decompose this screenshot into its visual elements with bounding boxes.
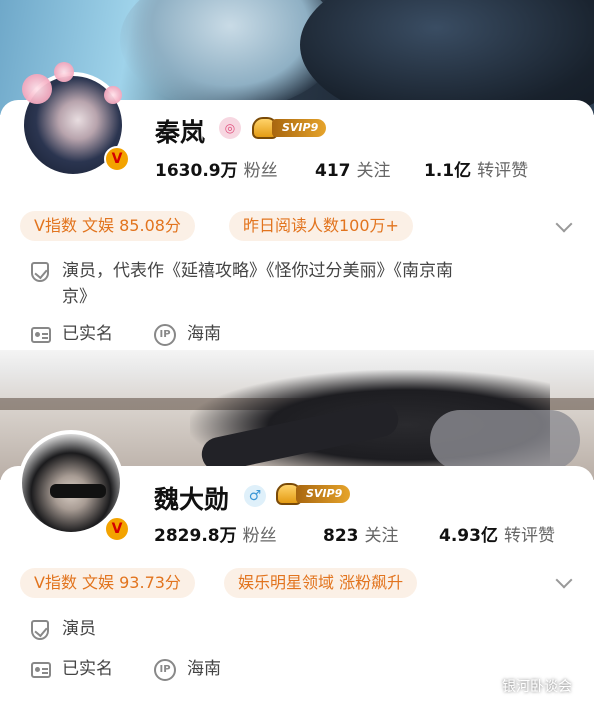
ip-icon: IP xyxy=(154,324,176,346)
profile-name: 秦岚 xyxy=(155,118,206,147)
highlight-pill[interactable]: 昨日阅读人数100万+ xyxy=(229,211,413,241)
engagement-count: 1.1亿 xyxy=(424,161,472,181)
engagement-label: 转评赞 xyxy=(503,526,555,546)
following-stat[interactable]: 417 关注 xyxy=(315,156,391,181)
bio-text-line1: 演员，代表作《延禧攻略》《怪你过分美丽》《南京南 xyxy=(62,261,453,281)
highlight-pill[interactable]: 娱乐明星领域 涨粉飙升 xyxy=(224,568,418,598)
verified-text: 已实名 xyxy=(62,659,113,679)
svip-level: SVIP9 xyxy=(272,119,327,137)
fan-badge-icon[interactable]: ◎ xyxy=(219,117,241,139)
watermark-text: 银河卧谈会 xyxy=(502,679,572,695)
engagement-stat[interactable]: 1.1亿 转评赞 xyxy=(424,156,528,181)
svip-badge[interactable]: SVIP9 xyxy=(276,483,351,505)
verified-badge-icon: V xyxy=(104,516,130,542)
male-gender-icon: ♂ xyxy=(244,485,266,507)
id-card-icon xyxy=(31,327,51,343)
flower-decoration-icon xyxy=(22,74,52,104)
engagement-stat[interactable]: 4.93亿 转评赞 xyxy=(439,521,555,546)
shield-icon xyxy=(31,620,49,640)
verified-text: 已实名 xyxy=(62,324,113,344)
svip-badge[interactable]: SVIP9 xyxy=(252,117,327,139)
ip-icon: IP xyxy=(154,659,176,681)
v-index-pill[interactable]: V指数 文娱 85.08分 xyxy=(20,211,195,241)
bio-text-line2: 京》 xyxy=(62,287,96,307)
following-label: 关注 xyxy=(364,526,399,546)
following-label: 关注 xyxy=(356,161,391,181)
flower-decoration-icon xyxy=(54,62,74,82)
flower-decoration-icon xyxy=(104,86,122,104)
following-count: 823 xyxy=(323,526,359,546)
cover-hair-shape xyxy=(300,0,594,115)
glasses-shape xyxy=(50,484,106,498)
following-stat[interactable]: 823 关注 xyxy=(323,521,399,546)
followers-count: 2829.8万 xyxy=(154,526,237,546)
following-count: 417 xyxy=(315,161,351,181)
followers-label: 粉丝 xyxy=(242,526,277,546)
bio-text-line1: 演员 xyxy=(62,619,96,639)
ip-location-text: 海南 xyxy=(187,324,221,344)
followers-stat[interactable]: 1630.9万 粉丝 xyxy=(155,156,278,181)
profile-name: 魏大勋 xyxy=(154,485,230,514)
cover-pillow-shape xyxy=(430,410,580,470)
id-card-icon xyxy=(31,662,51,678)
followers-count: 1630.9万 xyxy=(155,161,238,181)
shield-icon xyxy=(31,262,49,282)
verified-badge-icon: V xyxy=(104,146,130,172)
followers-stat[interactable]: 2829.8万 粉丝 xyxy=(154,521,277,546)
engagement-count: 4.93亿 xyxy=(439,526,498,546)
followers-label: 粉丝 xyxy=(243,161,278,181)
engagement-label: 转评赞 xyxy=(477,161,529,181)
ip-location-text: 海南 xyxy=(187,659,221,679)
svip-level: SVIP9 xyxy=(296,485,351,503)
v-index-pill[interactable]: V指数 文娱 93.73分 xyxy=(20,568,195,598)
